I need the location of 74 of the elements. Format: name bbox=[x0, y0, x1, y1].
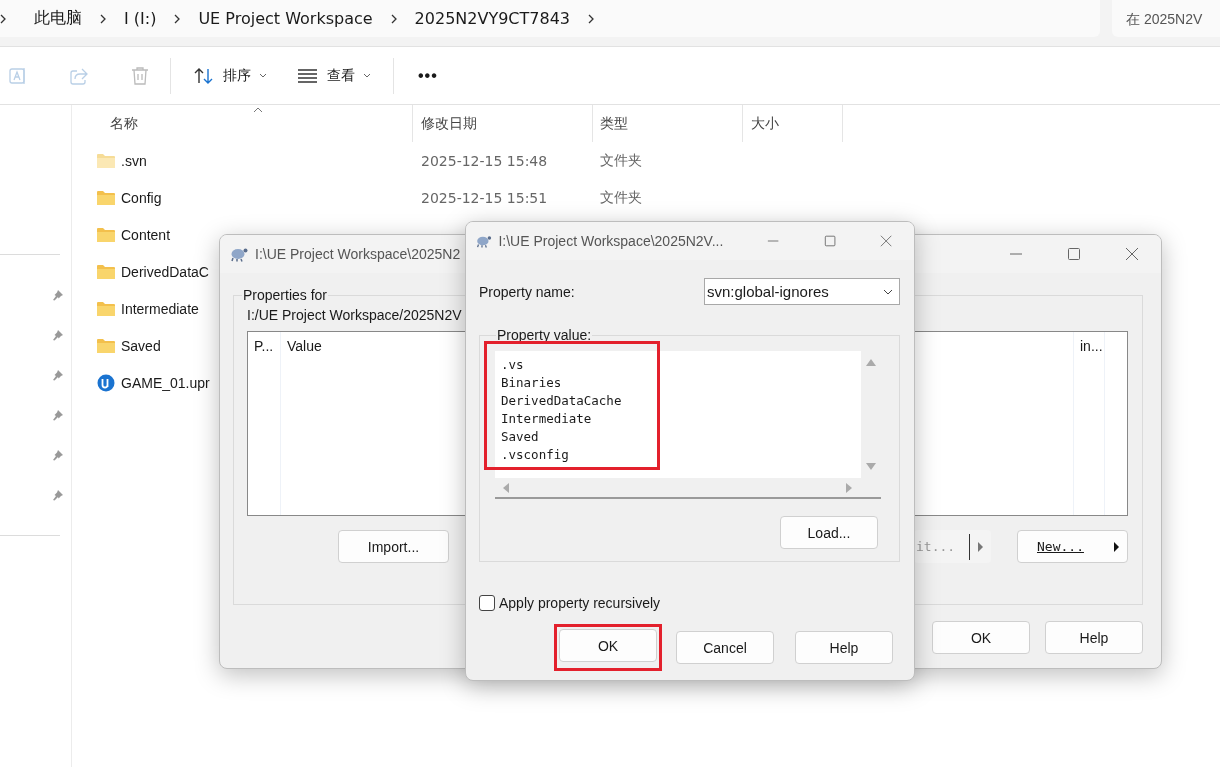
window-title: I:\UE Project Workspace\2025N2 bbox=[255, 246, 461, 262]
chevron-icon[interactable] bbox=[588, 13, 595, 24]
address-bar[interactable]: 此电脑 I (I:) UE Project Workspace 2025N2VY9CT7843 bbox=[0, 0, 1100, 37]
close-icon[interactable] bbox=[1125, 247, 1139, 261]
cancel-button[interactable]: Cancel bbox=[676, 631, 774, 664]
file-name[interactable]: Content bbox=[121, 226, 171, 243]
folder-icon bbox=[97, 227, 115, 242]
file-name[interactable]: .svn bbox=[121, 152, 147, 169]
path-label: I:/UE Project Workspace/2025N2V bbox=[247, 307, 463, 323]
maximize-icon[interactable] bbox=[823, 234, 836, 248]
folder-icon bbox=[97, 301, 115, 316]
load-button[interactable]: Load... bbox=[780, 516, 878, 549]
checkbox[interactable] bbox=[479, 595, 495, 611]
modified-date: 2025-12-15 15:48 bbox=[420, 152, 549, 169]
property-value-field[interactable]: .vs Binaries DerivedDataCache Intermediate Saved .vsconfig bbox=[495, 351, 881, 478]
ok-button[interactable]: OK bbox=[559, 629, 657, 662]
modified-date: 2025-12-15 15:51 bbox=[420, 189, 549, 206]
maximize-icon[interactable] bbox=[1067, 247, 1081, 261]
column-header[interactable]: P... bbox=[248, 332, 281, 515]
sort-caret-icon bbox=[253, 107, 263, 113]
folder-icon bbox=[97, 264, 115, 279]
search-field[interactable]: 在 2025N2V bbox=[1112, 0, 1220, 37]
group-label: Property value: bbox=[496, 327, 593, 343]
pin-icon[interactable] bbox=[52, 369, 64, 381]
pin-icon[interactable] bbox=[52, 329, 64, 341]
column-header[interactable]: 名称 bbox=[72, 105, 413, 142]
pin-icon[interactable] bbox=[52, 489, 64, 501]
file-name[interactable]: Config bbox=[121, 189, 162, 206]
chevron-icon bbox=[0, 13, 6, 24]
breadcrumb-item[interactable]: 2025N2VY9CT7843 bbox=[402, 9, 583, 28]
file-type: 文件夹 bbox=[599, 151, 643, 170]
pin-icon[interactable] bbox=[52, 289, 64, 301]
window-title: I:\UE Project Workspace\2025N2V... bbox=[498, 233, 724, 249]
new-button[interactable]: New... bbox=[1017, 530, 1128, 563]
pin-icon[interactable] bbox=[52, 449, 64, 461]
file-name[interactable]: GAME_01.upr bbox=[121, 374, 210, 391]
list-view-icon bbox=[297, 67, 319, 84]
folder-icon bbox=[97, 153, 115, 168]
group-label: Properties for bbox=[242, 287, 329, 303]
sort-button[interactable]: 排序 bbox=[185, 59, 275, 92]
file-name[interactable]: DerivedDataC bbox=[121, 263, 209, 280]
caret-icon bbox=[883, 288, 893, 295]
column-header[interactable]: 修改日期 bbox=[413, 105, 593, 142]
breadcrumb-item[interactable]: 此电脑 bbox=[22, 8, 94, 29]
column-header[interactable]: 类型 bbox=[593, 105, 743, 142]
breadcrumb-item[interactable]: I (I:) bbox=[112, 9, 169, 28]
pin-icon[interactable] bbox=[52, 409, 64, 421]
property-name-label: Property name: bbox=[479, 283, 575, 300]
view-button[interactable]: 查看 bbox=[289, 59, 379, 92]
turtle-icon bbox=[229, 246, 249, 262]
help-button[interactable]: Help bbox=[1045, 621, 1143, 654]
column-header[interactable]: Value bbox=[281, 332, 328, 515]
file-name[interactable]: Saved bbox=[121, 337, 161, 354]
turtle-icon bbox=[475, 233, 493, 249]
folder-icon bbox=[97, 338, 115, 353]
caret-icon bbox=[259, 72, 267, 79]
import-button[interactable]: Import... bbox=[338, 530, 449, 563]
chevron-icon[interactable] bbox=[100, 13, 106, 24]
file-name[interactable]: Intermediate bbox=[121, 300, 199, 317]
checkbox-label[interactable]: Apply property recursively bbox=[499, 595, 661, 611]
ok-button[interactable]: OK bbox=[932, 621, 1030, 654]
column-header[interactable]: 大小 bbox=[743, 105, 843, 142]
folder-icon bbox=[97, 190, 115, 205]
close-icon[interactable] bbox=[879, 234, 892, 248]
caret-icon bbox=[363, 72, 371, 79]
chevron-icon[interactable] bbox=[390, 13, 397, 24]
property-name-dropdown[interactable]: svn:global-ignores bbox=[704, 278, 900, 305]
breadcrumb-item[interactable]: UE Project Workspace bbox=[186, 9, 385, 28]
more-button[interactable]: ••• bbox=[412, 66, 444, 85]
help-button[interactable]: Help bbox=[795, 631, 893, 664]
file-type: 文件夹 bbox=[599, 188, 643, 207]
unreal-icon bbox=[97, 373, 115, 392]
chevron-icon[interactable] bbox=[174, 13, 181, 24]
column-header[interactable]: in... bbox=[1073, 332, 1105, 515]
